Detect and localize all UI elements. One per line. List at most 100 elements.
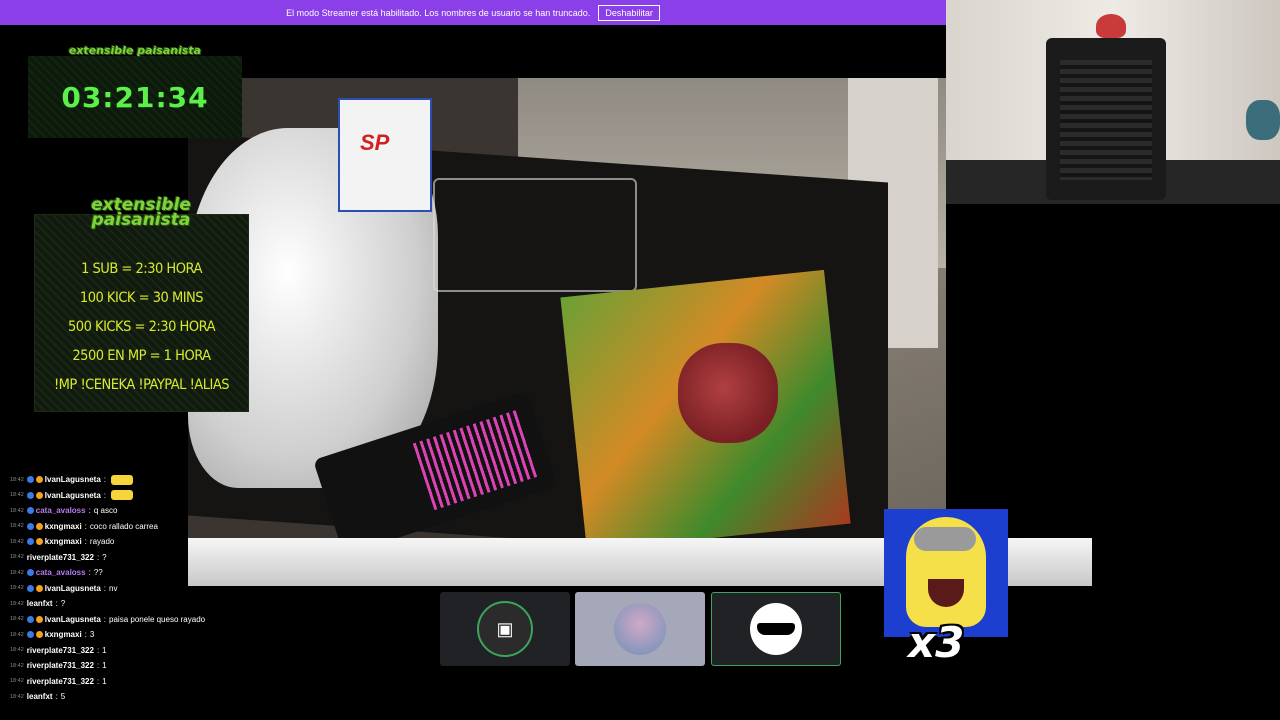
chat-timestamp: 18:42: [10, 616, 24, 623]
camera-avatar: ▣: [477, 601, 533, 657]
chat-username[interactable]: riverplate731_322: [27, 553, 94, 562]
webcam-feed: [946, 0, 1280, 204]
chat-message: 18:42 cata_avaloss: q asco: [0, 503, 260, 519]
salt-box: [338, 98, 432, 212]
timer-value: 03:21:34: [61, 80, 209, 114]
chat-separator: :: [103, 490, 107, 500]
chat-text: 3: [89, 630, 95, 640]
chat-message: 18:42 IvanLagusneta: nv: [0, 581, 260, 597]
chat-timestamp: 18:42: [10, 554, 24, 561]
chat-emote-icon: [111, 490, 134, 501]
chat-timestamp: 18:42: [10, 693, 24, 700]
chat-message: 18:42 riverplate731_322:1: [0, 674, 260, 690]
chat-text: 1: [102, 645, 107, 655]
banner-message: El modo Streamer está habilitado. Los no…: [286, 7, 591, 18]
chat-emote-icon: [111, 474, 134, 485]
sub-badge-icon: [35, 538, 43, 546]
timer-logo: extensible paisanista: [28, 36, 242, 66]
chat-message: 18:42 leanfxt:5: [0, 689, 260, 705]
chat-text: ?: [102, 552, 107, 562]
chat-separator: :: [103, 475, 107, 485]
chat-separator: :: [96, 676, 100, 686]
chat-timestamp: 18:42: [10, 585, 24, 592]
chat-separator: :: [84, 521, 87, 531]
chat-separator: :: [55, 692, 58, 702]
chat-badge-icon: [26, 507, 34, 515]
info-line-commands: !MP !CENEKA !PAYPAL !ALIAS: [53, 377, 230, 393]
chat-badge-icon: [26, 538, 34, 546]
chat-username[interactable]: cata_avaloss: [36, 506, 86, 515]
timer-logo-text: extensible paisanista: [68, 44, 202, 58]
chat-message: 18:42 kxngmaxi:3: [0, 627, 260, 643]
chat-message: 18:42 IvanLagusneta: paisa ponele queso ra…: [0, 612, 260, 628]
chat-message: 18:42 kxngmaxi: rayado: [0, 534, 260, 550]
chat-separator: :: [96, 661, 100, 671]
chat-username[interactable]: leanfxt: [27, 599, 53, 608]
chat-separator: :: [55, 599, 58, 609]
chat-text: q asco: [93, 506, 118, 516]
chat-message: 18:42 IvanLagusneta:: [0, 472, 260, 488]
chat-timestamp: 18:42: [10, 507, 24, 514]
chat-message: 18:42 cata_avaloss:??: [0, 565, 260, 581]
chat-timestamp: 18:42: [10, 523, 24, 530]
ground-meat: [678, 343, 778, 443]
sub-badge-icon: [35, 615, 43, 623]
chat-timestamp: 18:42: [10, 600, 24, 607]
chat-timestamp: 18:42: [10, 631, 24, 638]
camera-icon: ▣: [496, 618, 514, 639]
emote-count: x3: [908, 618, 965, 667]
chat-text: 5: [60, 692, 66, 702]
chat-text: paisa ponele queso rayado: [109, 614, 206, 624]
sub-badge-icon: [35, 631, 43, 639]
chat-username[interactable]: kxngmaxi: [45, 537, 82, 546]
sub-badge-icon: [35, 522, 43, 530]
call-tile-sunglasses[interactable]: [711, 592, 841, 666]
main-video-feed: [188, 78, 946, 540]
chat-timestamp: 18:42: [10, 662, 24, 669]
chat-separator: :: [96, 645, 100, 655]
chat-text: ??: [93, 568, 103, 578]
chat-text: ?: [60, 599, 66, 609]
chat-username[interactable]: riverplate731_322: [27, 677, 94, 686]
info-line-kick-100: 100 KICK = 30 MINS: [79, 290, 204, 306]
chat-username[interactable]: IvanLagusneta: [45, 491, 101, 500]
chat-separator: :: [88, 506, 91, 516]
chat-badge-icon: [26, 476, 34, 484]
chat-username[interactable]: leanfxt: [27, 692, 53, 701]
chat-username[interactable]: kxngmaxi: [45, 522, 82, 531]
webcam-plush: [1246, 100, 1280, 140]
chat-timestamp: 18:42: [10, 538, 24, 545]
webcam-toy: [1096, 14, 1126, 38]
sub-badge-icon: [35, 476, 43, 484]
chat-text: nv: [109, 583, 118, 593]
chat-username[interactable]: kxngmaxi: [45, 630, 82, 639]
chat-separator: :: [88, 568, 91, 578]
chat-username[interactable]: riverplate731_322: [27, 646, 94, 655]
chat-timestamp: 18:42: [10, 678, 24, 685]
chat-separator: :: [103, 583, 107, 593]
chat-username[interactable]: IvanLagusneta: [45, 584, 101, 593]
sunglasses-icon: [757, 623, 795, 635]
chat-timestamp: 18:42: [10, 647, 24, 654]
subathon-info-panel: 1 SUB = 2:30 HORA 100 KICK = 30 MINS 500…: [34, 214, 249, 412]
chat-badge-icon: [26, 615, 34, 623]
disable-streamer-mode-button[interactable]: Deshabilitar: [598, 4, 660, 21]
glass-container: [433, 178, 637, 292]
chat-username[interactable]: IvanLagusneta: [45, 475, 101, 484]
chat-message: 18:42 leanfxt:?: [0, 596, 260, 612]
call-tile-camera[interactable]: ▣: [440, 592, 570, 666]
chat-text: coco rallado carrea: [89, 521, 158, 531]
gaming-chair: [1046, 38, 1166, 200]
chat-username[interactable]: cata_avaloss: [36, 568, 86, 577]
chat-username[interactable]: riverplate731_322: [27, 661, 94, 670]
sub-badge-icon: [35, 491, 43, 499]
call-tile-photo[interactable]: [575, 592, 705, 666]
chat-username[interactable]: IvanLagusneta: [45, 615, 101, 624]
chat-separator: :: [96, 552, 100, 562]
chat-badge-icon: [26, 491, 34, 499]
chat-text: rayado: [89, 537, 115, 547]
sunglasses-avatar: [750, 603, 802, 655]
chat-text: 1: [102, 676, 107, 686]
chat-overlay: 18:42 IvanLagusneta:18:42 IvanLagusneta:18…: [0, 472, 260, 720]
sub-badge-icon: [35, 584, 43, 592]
